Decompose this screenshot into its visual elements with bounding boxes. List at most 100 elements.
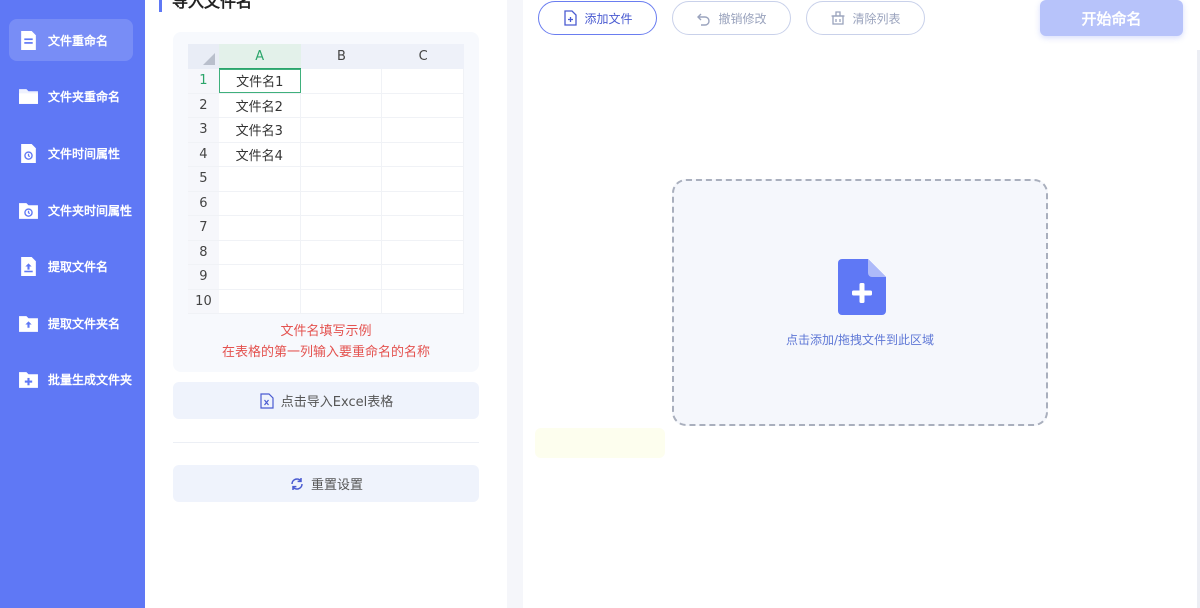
table-cell	[382, 167, 464, 191]
table-cell	[219, 216, 301, 240]
clear-list-label: 清除列表	[852, 11, 901, 26]
spreadsheet-example: A B C 1 文件名1 2 文件名2 3 文件名3 4 文件名4 5 6 7 …	[173, 32, 479, 372]
table-cell	[301, 240, 383, 264]
reset-settings-button[interactable]: 重置设置	[173, 465, 479, 502]
sidebar-item-file-time[interactable]: 文件时间属性	[9, 132, 133, 174]
folder-icon	[18, 86, 39, 107]
table-cell	[382, 216, 464, 240]
refresh-icon	[289, 476, 305, 492]
table-cell	[219, 167, 301, 191]
table-cell: 文件名2	[219, 93, 301, 117]
row-header: 7	[188, 216, 219, 240]
row-header: 2	[188, 93, 219, 117]
faded-overlay	[535, 428, 665, 458]
table-cell	[301, 191, 383, 215]
table-cell	[301, 69, 383, 93]
table-cell	[382, 69, 464, 93]
document-icon	[18, 30, 39, 51]
folder-extract-icon	[18, 313, 39, 334]
table-cell: 文件名4	[219, 142, 301, 166]
panel-title: 导入文件名	[159, 0, 252, 12]
table-cell: 文件名1	[218, 69, 301, 93]
column-header-c: C	[418, 49, 428, 64]
sidebar: 文件重命名 文件夹重命名 文件时间属性 文件夹时间属性 提取文件名 提取文件夹名	[0, 0, 145, 608]
table-row: 1 文件名1	[188, 69, 464, 94]
table-row: 7	[188, 216, 464, 241]
folder-add-icon	[18, 369, 39, 390]
file-list-panel: 添加文件 撤销修改 清除列表 开始命名 点击添加/拖拽文件到此区域	[523, 0, 1200, 608]
row-header: 10	[188, 289, 219, 313]
add-file-icon	[838, 259, 886, 315]
clear-icon	[830, 10, 846, 26]
table-cell	[382, 142, 464, 166]
table-row: 2 文件名2	[188, 93, 464, 118]
sidebar-item-file-rename[interactable]: 文件重命名	[9, 19, 133, 61]
table-cell	[382, 191, 464, 215]
reset-settings-label: 重置设置	[310, 478, 363, 493]
sidebar-item-label: 文件夹重命名	[48, 89, 121, 104]
sidebar-item-extract-filename[interactable]: 提取文件名	[9, 245, 133, 287]
sidebar-item-folder-time[interactable]: 文件夹时间属性	[9, 189, 133, 231]
table-cell	[301, 93, 383, 117]
add-file-button[interactable]: 添加文件	[538, 1, 657, 35]
spreadsheet-header: A B C	[188, 44, 464, 69]
column-header-b: B	[336, 49, 346, 64]
table-cell	[219, 289, 301, 313]
excel-file-icon	[259, 392, 275, 409]
undo-icon	[696, 10, 712, 26]
table-cell	[301, 118, 383, 142]
clear-list-button[interactable]: 清除列表	[806, 1, 925, 35]
table-row: 3 文件名3	[188, 118, 464, 143]
table-row: 6	[188, 191, 464, 216]
sidebar-item-label: 批量生成文件夹	[48, 372, 133, 387]
table-row: 9	[188, 265, 464, 290]
select-all-corner	[188, 44, 219, 69]
import-excel-label: 点击导入Excel表格	[280, 395, 394, 410]
table-cell	[382, 93, 464, 117]
table-row: 5	[188, 167, 464, 192]
example-title: 文件名填写示例	[280, 324, 372, 339]
row-header: 3	[188, 118, 219, 142]
sidebar-item-label: 提取文件名	[48, 259, 109, 274]
table-cell	[301, 265, 383, 289]
table-cell	[382, 265, 464, 289]
start-rename-button[interactable]: 开始命名	[1040, 0, 1183, 36]
import-excel-button[interactable]: 点击导入Excel表格	[173, 382, 479, 419]
sidebar-item-batch-create-folders[interactable]: 批量生成文件夹	[9, 358, 133, 400]
add-file-label: 添加文件	[584, 11, 633, 26]
table-cell: 文件名3	[219, 118, 301, 142]
table-row: 10	[188, 289, 464, 314]
file-extract-icon	[18, 256, 39, 277]
table-cell	[219, 240, 301, 264]
import-panel: 导入文件名 A B C 1 文件名1 2 文件名2 3 文件名3 4 文件名4 …	[145, 0, 507, 608]
table-cell	[382, 289, 464, 313]
column-header-a: A	[218, 44, 301, 69]
row-header: 4	[188, 142, 219, 166]
spreadsheet: A B C 1 文件名1 2 文件名2 3 文件名3 4 文件名4 5 6 7 …	[188, 44, 464, 314]
table-cell	[301, 142, 383, 166]
sidebar-item-label: 文件重命名	[48, 33, 109, 48]
table-cell	[301, 289, 383, 313]
table-cell	[219, 191, 301, 215]
table-cell	[219, 265, 301, 289]
add-file-icon	[562, 10, 578, 26]
row-header: 1	[188, 69, 219, 93]
panel-separator	[507, 0, 523, 608]
example-description: 在表格的第一列输入要重命名的名称	[221, 345, 430, 360]
drop-zone-hint: 点击添加/拖拽文件到此区域	[785, 333, 935, 347]
table-cell	[301, 167, 383, 191]
undo-changes-button[interactable]: 撤销修改	[672, 1, 791, 35]
table-row: 4 文件名4	[188, 142, 464, 167]
sidebar-item-extract-foldername[interactable]: 提取文件夹名	[9, 302, 133, 344]
table-row: 8	[188, 240, 464, 265]
divider	[173, 442, 479, 443]
file-drop-zone[interactable]: 点击添加/拖拽文件到此区域	[672, 179, 1048, 426]
row-header: 8	[188, 240, 219, 264]
sidebar-item-label: 文件时间属性	[48, 146, 121, 161]
undo-changes-label: 撤销修改	[718, 11, 767, 26]
sidebar-item-folder-rename[interactable]: 文件夹重命名	[9, 75, 133, 117]
sidebar-item-label: 提取文件夹名	[48, 316, 121, 331]
row-header: 5	[188, 167, 219, 191]
file-clock-icon	[18, 143, 39, 164]
row-header: 6	[188, 191, 219, 215]
